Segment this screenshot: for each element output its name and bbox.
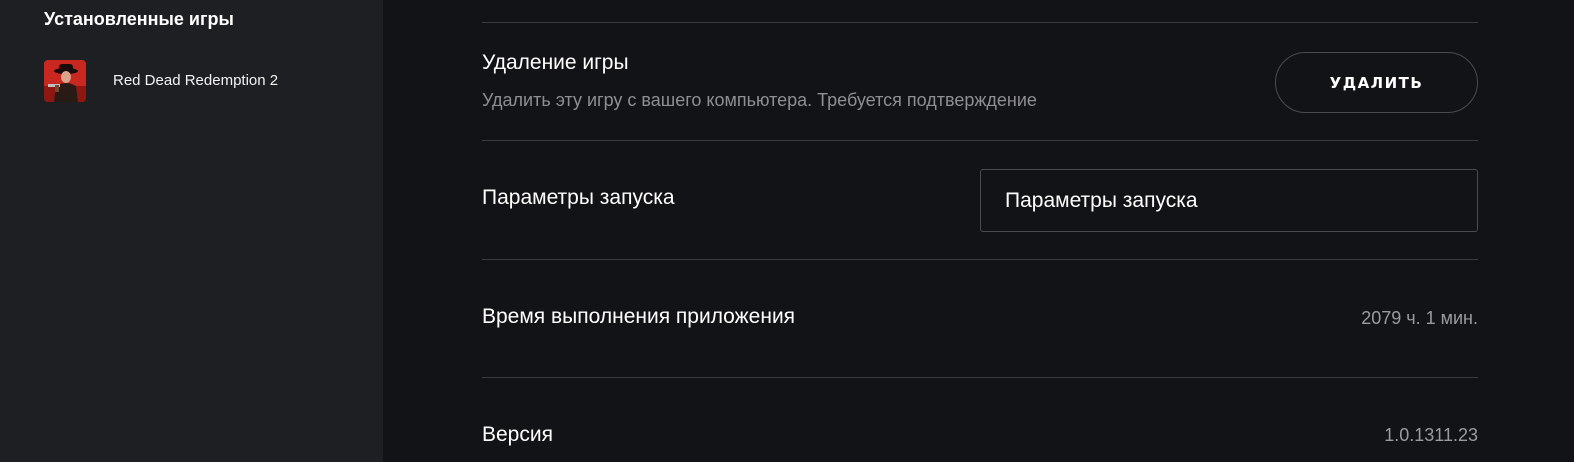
uninstall-button[interactable]: УДАЛИТЬ — [1275, 52, 1478, 113]
divider — [482, 259, 1478, 260]
launch-params-title: Параметры запуска — [482, 186, 675, 209]
rdr2-cover-thumbnail-icon — [44, 60, 86, 102]
divider — [482, 22, 1478, 23]
version-value: 1.0.1311.23 — [1384, 425, 1478, 445]
sidebar: Установленные игры Red Dead Redemption 2 — [0, 0, 383, 462]
sidebar-item-red-dead-redemption-2[interactable]: Red Dead Redemption 2 — [44, 59, 364, 103]
divider — [482, 140, 1478, 141]
sidebar-item-label: Red Dead Redemption 2 — [113, 72, 279, 89]
runtime-title: Время выполнения приложения — [482, 305, 796, 328]
sidebar-title: Установленные игры — [44, 9, 234, 29]
game-cover-icon — [44, 60, 86, 102]
divider — [482, 377, 1478, 378]
uninstall-title: Удаление игры — [482, 51, 629, 74]
runtime-value: 2079 ч. 1 мин. — [1361, 308, 1478, 328]
launch-params-input[interactable] — [980, 169, 1478, 232]
uninstall-description: Удалить эту игру с вашего компьютера. Тр… — [482, 90, 1037, 110]
app-root: Установленные игры Red Dead Redemption 2… — [0, 0, 1574, 462]
game-settings-panel: Удаление игры Удалить эту игру с вашего … — [383, 0, 1574, 462]
version-title: Версия — [482, 423, 553, 446]
